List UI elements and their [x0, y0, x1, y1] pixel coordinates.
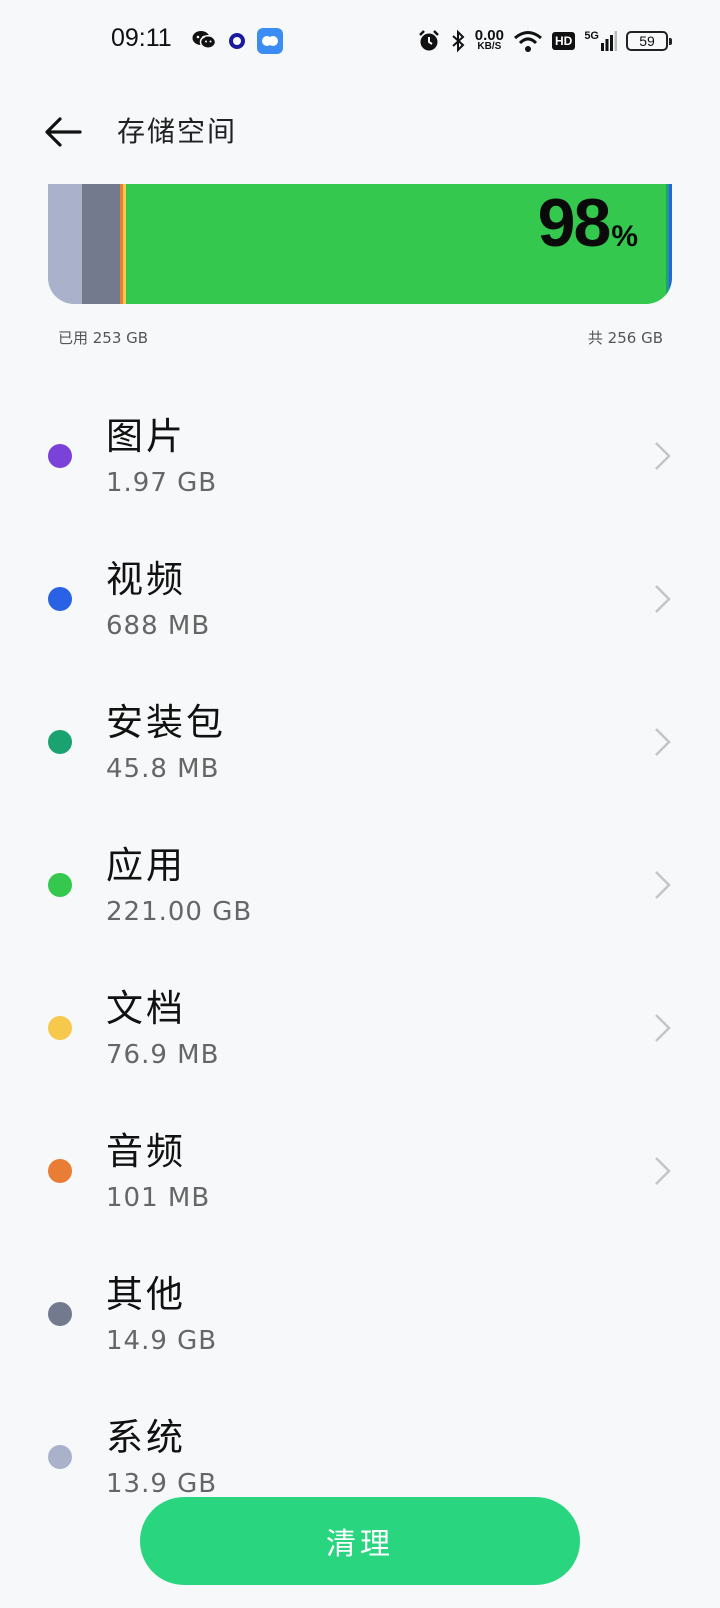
- ring-app-icon: [229, 33, 245, 49]
- status-indicators: 0.00 KB/S HD 5G 59: [417, 22, 672, 60]
- category-size: 14.9 GB: [106, 1326, 218, 1356]
- category-color-dot: [48, 1302, 72, 1326]
- storage-segment: [48, 184, 83, 304]
- storage-usage-bar: 98%: [48, 184, 672, 304]
- app-header: 存储空间: [0, 96, 720, 168]
- signal-type: 5G: [584, 30, 599, 42]
- chevron-right-icon: [655, 728, 671, 756]
- battery-level: 59: [639, 33, 655, 49]
- bluetooth-icon: [452, 29, 465, 53]
- category-color-dot: [48, 730, 72, 754]
- category-size: 688 MB: [106, 611, 211, 641]
- list-item-apps[interactable]: 应用 221.00 GB: [0, 813, 720, 956]
- category-list: 图片 1.97 GB 视频 688 MB 安装包 45.8 MB 应用 221.…: [0, 384, 720, 1528]
- category-name: 系统: [106, 1416, 186, 1459]
- hd-badge: HD: [551, 32, 576, 50]
- category-name: 其他: [106, 1273, 186, 1316]
- chevron-right-icon: [655, 871, 671, 899]
- category-size: 76.9 MB: [106, 1040, 220, 1070]
- category-size: 13.9 GB: [106, 1469, 218, 1499]
- category-name: 文档: [106, 987, 186, 1030]
- page-title: 存储空间: [117, 115, 238, 148]
- usage-percent: 98%: [538, 184, 638, 262]
- category-size: 101 MB: [106, 1183, 211, 1213]
- cloud-app-icon: [257, 28, 283, 54]
- cellular-signal: 5G: [584, 31, 617, 51]
- battery-indicator: 59: [626, 31, 672, 51]
- status-time: 09:11: [111, 24, 172, 52]
- wifi-icon: [514, 31, 542, 52]
- category-color-dot: [48, 587, 72, 611]
- category-name: 应用: [106, 844, 186, 887]
- alarm-icon: [418, 30, 439, 51]
- network-speed: 0.00 KB/S: [474, 27, 504, 52]
- usage-percent-value: 98: [537, 185, 612, 261]
- category-size: 221.00 GB: [106, 897, 253, 927]
- list-item-other: 其他 14.9 GB: [0, 1242, 720, 1385]
- category-size: 45.8 MB: [106, 754, 220, 784]
- category-name: 安装包: [106, 701, 226, 744]
- clean-button[interactable]: 清理: [140, 1497, 580, 1585]
- signal-bars-icon: [601, 31, 617, 51]
- category-name: 视频: [106, 558, 186, 601]
- chevron-right-icon: [655, 1014, 671, 1042]
- category-color-dot: [48, 1159, 72, 1183]
- category-name: 音频: [106, 1130, 186, 1173]
- status-bar: 09:11 0.00 KB/S HD 5G 59: [0, 0, 720, 84]
- list-item-documents[interactable]: 文档 76.9 MB: [0, 956, 720, 1099]
- total-storage-label: 共 256 GB: [587, 329, 663, 347]
- category-name: 图片: [106, 415, 186, 458]
- category-size: 1.97 GB: [106, 468, 218, 498]
- list-item-packages[interactable]: 安装包 45.8 MB: [0, 670, 720, 813]
- category-color-dot: [48, 1445, 72, 1469]
- category-color-dot: [48, 444, 72, 468]
- network-speed-unit: KB/S: [477, 41, 502, 52]
- network-speed-value: 0.00: [474, 27, 504, 44]
- category-color-dot: [48, 873, 72, 897]
- back-arrow-icon[interactable]: [42, 112, 84, 152]
- list-item-audio[interactable]: 音频 101 MB: [0, 1099, 720, 1242]
- wechat-icon: [192, 31, 216, 49]
- list-item-videos[interactable]: 视频 688 MB: [0, 527, 720, 670]
- used-storage-label: 已用 253 GB: [58, 329, 149, 347]
- storage-segment: [668, 184, 672, 304]
- chevron-right-icon: [655, 1157, 671, 1185]
- list-item-pictures[interactable]: 图片 1.97 GB: [0, 384, 720, 527]
- chevron-right-icon: [655, 442, 671, 470]
- chevron-right-icon: [655, 585, 671, 613]
- storage-segment: [82, 184, 120, 304]
- category-color-dot: [48, 1016, 72, 1040]
- usage-percent-symbol: %: [611, 220, 638, 253]
